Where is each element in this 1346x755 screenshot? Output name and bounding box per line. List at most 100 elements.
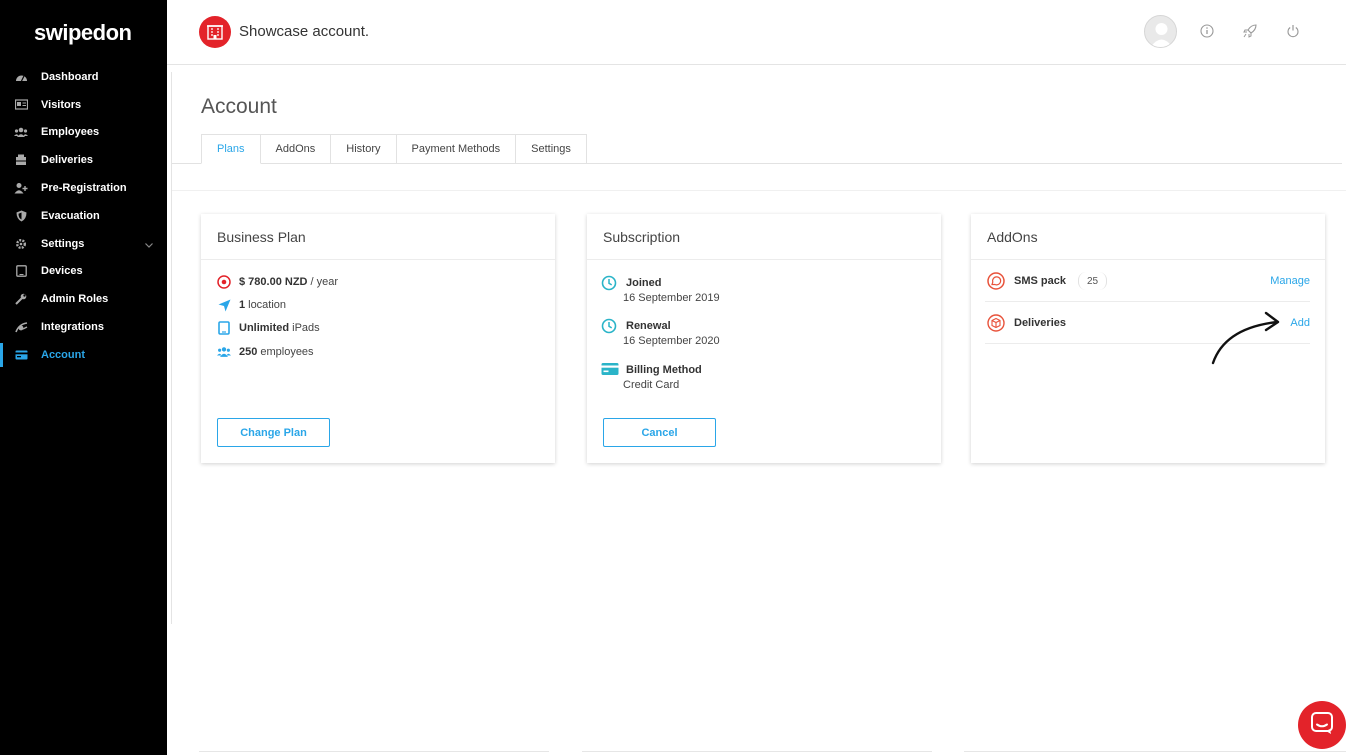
manage-sms-pack-link[interactable]: Manage (1270, 275, 1310, 287)
sidebar-item-label: Evacuation (41, 209, 100, 222)
plan-employees-row: 250 employees (217, 345, 314, 359)
sidebar-item-label: Integrations (41, 321, 104, 334)
wrench-icon (14, 292, 28, 306)
cancel-subscription-button[interactable]: Cancel (603, 418, 716, 447)
plan-price-row: $ 780.00 NZD / year (217, 275, 338, 289)
card-title: AddOns (971, 214, 1325, 260)
card-edge (964, 751, 1346, 755)
plan-employees-label: employees (260, 346, 314, 358)
joined-date: 16 September 2019 (623, 292, 720, 304)
addon-row-sms-pack: SMS pack 25 Manage (985, 260, 1310, 302)
sidebar-item-label: Deliveries (41, 154, 93, 167)
sidebar-item-account[interactable]: Account (0, 341, 167, 369)
deliveries-box-icon (987, 314, 1005, 332)
card-edge (199, 751, 549, 755)
dashboard-icon (14, 70, 28, 84)
addons-card: AddOns SMS pack 25 Manage Deliveries Add (971, 214, 1325, 463)
price-target-icon (217, 275, 231, 289)
rocket-icon[interactable] (1242, 23, 1258, 39)
location-arrow-icon (217, 298, 231, 312)
sidebar-item-dashboard[interactable]: Dashboard (0, 63, 167, 91)
power-icon[interactable] (1285, 23, 1301, 39)
swipedon-logo[interactable]: swipedon (34, 20, 132, 46)
sidebar-item-admin-roles[interactable]: Admin Roles (0, 285, 167, 313)
tab-settings[interactable]: Settings (516, 134, 587, 164)
plan-locations-label: location (248, 299, 287, 311)
deliveries-icon (14, 153, 28, 167)
plan-ipads-row: Unlimited iPads (217, 321, 320, 335)
plan-employees-count: 250 (239, 346, 258, 358)
card-icon (14, 348, 28, 362)
pointer-arrow-annotation (1211, 311, 1280, 365)
sms-icon (987, 272, 1005, 290)
tab-payment-methods[interactable]: Payment Methods (396, 134, 517, 164)
sidebar-item-label: Dashboard (41, 70, 99, 83)
sidebar-item-label: Pre-Registration (41, 182, 127, 195)
employees-icon (217, 345, 231, 359)
billing-method-label: Billing Method (626, 364, 702, 376)
tab-plans[interactable]: Plans (201, 134, 261, 164)
change-plan-button[interactable]: Change Plan (217, 418, 330, 447)
plan-locations-row: 1 location (217, 298, 286, 312)
sidebar-item-employees[interactable]: Employees (0, 119, 167, 147)
account-name[interactable]: Showcase account. (239, 23, 369, 40)
subscription-card: Subscription Joined 16 September 2019 Re… (587, 214, 941, 463)
gear-icon (14, 237, 28, 251)
sidebar-nav: Dashboard Visitors Employees Deliveries … (0, 63, 167, 369)
avatar[interactable] (1144, 15, 1177, 48)
card-title: Subscription (587, 214, 941, 260)
renewal-label: Renewal (626, 320, 671, 332)
integrations-icon (14, 320, 28, 334)
addon-name: SMS pack (1014, 275, 1066, 287)
clock-icon (601, 275, 617, 291)
sidebar-item-label: Account (41, 348, 85, 361)
plan-ipads-count: Unlimited (239, 322, 290, 334)
content-divider (171, 72, 172, 624)
credit-card-icon (601, 362, 619, 378)
section-divider (172, 190, 1346, 191)
sidebar-item-settings[interactable]: Settings (0, 230, 167, 258)
plan-locations-count: 1 (239, 299, 246, 311)
info-icon[interactable] (1199, 23, 1215, 39)
tablet-icon (217, 321, 231, 335)
company-building-icon[interactable] (199, 16, 231, 48)
account-tabs: Plans AddOns History Payment Methods Set… (201, 134, 587, 164)
visitors-icon (14, 98, 28, 112)
sidebar-item-label: Devices (41, 265, 83, 278)
sidebar-item-label: Settings (41, 237, 85, 250)
add-deliveries-link[interactable]: Add (1290, 317, 1310, 329)
tab-addons[interactable]: AddOns (260, 134, 332, 164)
card-title: Business Plan (201, 214, 555, 260)
pre-registration-icon (14, 181, 28, 195)
logo-text: swipedon (34, 20, 132, 45)
addon-count-badge: 25 (1078, 272, 1108, 290)
sidebar-item-label: Admin Roles (41, 293, 109, 306)
billing-method-value: Credit Card (623, 379, 680, 391)
sidebar-item-deliveries[interactable]: Deliveries (0, 146, 167, 174)
business-plan-card: Business Plan $ 780.00 NZD / year 1 loca… (201, 214, 555, 463)
tab-history[interactable]: History (331, 134, 397, 164)
sidebar-item-evacuation[interactable]: Evacuation (0, 202, 167, 230)
chat-icon (1310, 711, 1334, 740)
chat-launcher-button[interactable] (1298, 701, 1346, 749)
shield-icon (14, 209, 28, 223)
addon-name: Deliveries (1014, 317, 1066, 329)
top-bar: Showcase account. (167, 0, 1346, 65)
clock-icon (601, 318, 617, 334)
sidebar-item-devices[interactable]: Devices (0, 258, 167, 286)
chevron-down-icon[interactable] (145, 239, 153, 251)
sidebar-item-pre-registration[interactable]: Pre-Registration (0, 174, 167, 202)
tablet-icon (14, 264, 28, 278)
employees-icon (14, 125, 28, 139)
plan-price: $ 780.00 NZD (239, 276, 308, 288)
card-edge (582, 751, 932, 755)
sidebar-item-integrations[interactable]: Integrations (0, 313, 167, 341)
renewal-date: 16 September 2020 (623, 335, 720, 347)
sidebar-item-label: Visitors (41, 98, 82, 111)
sidebar: swipedon Dashboard Visitors Employees De… (0, 0, 167, 755)
plan-price-suffix: / year (310, 276, 338, 288)
joined-label: Joined (626, 277, 662, 289)
sidebar-item-visitors[interactable]: Visitors (0, 91, 167, 119)
plan-ipads-label: iPads (292, 322, 320, 334)
page-title: Account (201, 95, 277, 118)
